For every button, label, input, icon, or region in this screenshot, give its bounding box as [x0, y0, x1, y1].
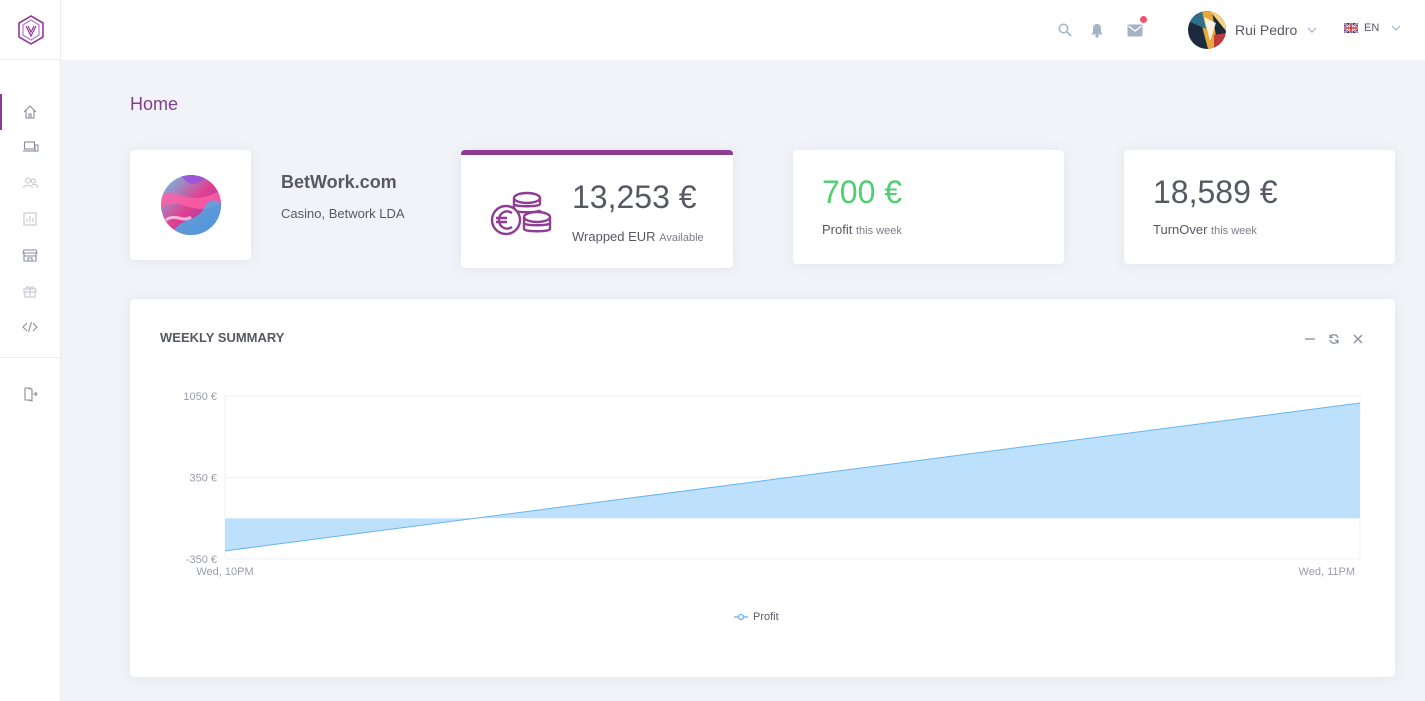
messages-badge	[1140, 16, 1147, 23]
company-name: BetWork.com	[281, 172, 397, 192]
x-tick-label: Wed, 10PM	[196, 566, 253, 578]
turnover-label: TurnOver this week	[1153, 222, 1257, 237]
bell-icon	[1091, 23, 1103, 38]
sidebar-divider	[0, 59, 60, 60]
home-icon	[23, 105, 37, 119]
sidebar-item-reports[interactable]	[0, 201, 60, 237]
user-name: Rui Pedro	[1235, 22, 1298, 38]
wallet-currency-label: Wrapped EUR	[572, 229, 656, 244]
language-selector[interactable]: EN	[1344, 22, 1401, 34]
profit-period: this week	[855, 225, 902, 237]
chart-icon	[23, 212, 37, 226]
app-logo[interactable]	[0, 0, 61, 60]
language-label: EN	[1364, 22, 1380, 34]
company-logo	[160, 175, 221, 235]
company-logo-card	[130, 150, 251, 260]
wallet-status: Available	[659, 232, 704, 244]
sidebar-separator	[0, 357, 60, 358]
user-menu[interactable]: Rui Pedro	[1188, 11, 1317, 49]
weekly-summary-chart: 1050 € 350 € -350 €Wed, 10PM Wed, 11PM	[183, 391, 1361, 578]
devices-icon	[22, 141, 39, 152]
sidebar-item-developers[interactable]	[0, 309, 60, 345]
profit-label: Profit this week	[822, 222, 902, 237]
turnover-value: 18,589 €	[1153, 174, 1278, 210]
turnover-period: this week	[1211, 225, 1257, 237]
search-button[interactable]	[1055, 20, 1075, 40]
code-icon	[22, 321, 38, 333]
topbar: Rui Pedro EN	[61, 0, 1425, 60]
wallet-amount: 13,253 €	[572, 179, 697, 215]
avatar	[1188, 11, 1226, 49]
chevron-down-icon	[1307, 27, 1317, 33]
chevron-down-icon	[1391, 25, 1401, 31]
wallet-card: 13,253 € Wrapped EUR Available	[461, 150, 733, 268]
legend-marker	[734, 613, 748, 621]
profit-value: 700 €	[822, 174, 903, 210]
euro-coins-icon	[490, 191, 552, 236]
messages-button[interactable]	[1125, 16, 1147, 40]
sidebar-item-store[interactable]	[0, 237, 60, 273]
company-logo-image	[160, 175, 221, 235]
chart-legend: Profit	[734, 611, 779, 623]
y-tick-label: -350 €	[186, 554, 217, 566]
y-tick-label: 350 €	[189, 473, 217, 485]
users-icon	[22, 177, 38, 189]
sidebar-item-home[interactable]	[0, 94, 60, 130]
search-icon	[1058, 23, 1072, 37]
notifications-button[interactable]	[1087, 20, 1107, 40]
weekly-summary-card: WEEKLY SUMMARY 1050 €350 € -350 € Wed, 10P…	[130, 299, 1395, 677]
logout-icon	[24, 387, 38, 402]
sidebar-item-devices[interactable]	[0, 129, 60, 165]
sidebar-item-gifts[interactable]	[0, 273, 60, 309]
sidebar-item-logout[interactable]	[0, 376, 60, 412]
company-subtitle: Casino, Betwork LDA	[281, 206, 405, 221]
gift-icon	[23, 286, 37, 298]
profit-card: 700 € Profit this week	[793, 150, 1064, 264]
turnover-card: 18,589 € TurnOver this week	[1124, 150, 1395, 264]
user-avatar-image	[1188, 11, 1226, 49]
legend-label-profit: Profit	[753, 611, 779, 623]
sidebar-item-users[interactable]	[0, 165, 60, 201]
store-icon	[22, 249, 38, 262]
page-title: Home	[130, 94, 179, 114]
turnover-title: TurnOver	[1153, 222, 1208, 237]
wallet-label: Wrapped EUR Available	[572, 229, 704, 244]
y-tick-label: 1050 €	[183, 391, 217, 403]
uk-flag-icon	[1344, 23, 1358, 33]
x-tick-label: Wed, 11PM	[1299, 566, 1355, 578]
mail-icon	[1127, 24, 1143, 36]
profit-title: Profit	[822, 222, 853, 237]
sidebar	[0, 0, 61, 701]
shield-logo-icon	[17, 15, 44, 45]
